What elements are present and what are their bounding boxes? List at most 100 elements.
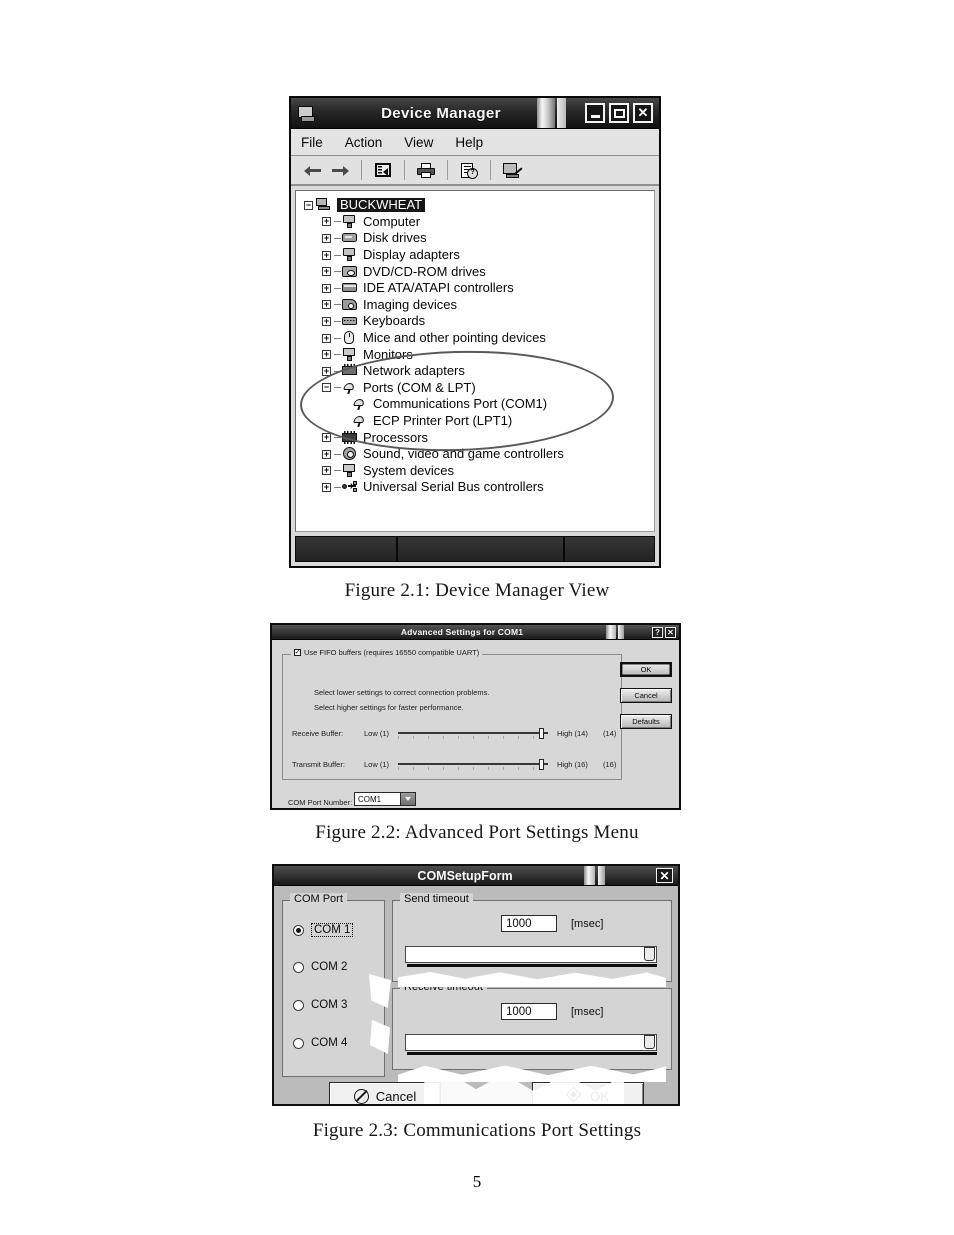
tree-node-mice-and-other-pointing-devices[interactable]: + Mice and other pointing devices bbox=[304, 330, 654, 347]
expander-icon[interactable]: − bbox=[304, 200, 313, 210]
tree-node-computer[interactable]: + Computer bbox=[304, 214, 654, 231]
radio-com-3[interactable]: COM 3 bbox=[293, 999, 347, 1011]
tree-node-display-adapters[interactable]: + Display adapters bbox=[304, 247, 654, 264]
monitor-icon bbox=[342, 347, 358, 362]
receive-buffer-slider-row[interactable]: Receive Buffer: Low (1) High (14) (14) bbox=[292, 728, 616, 739]
properties-icon[interactable] bbox=[370, 159, 396, 181]
send-timeout-input[interactable]: 1000 bbox=[501, 915, 557, 932]
computer-icon bbox=[342, 214, 358, 229]
cancel-button[interactable]: Cancel bbox=[329, 1082, 441, 1104]
forward-arrow-icon[interactable] bbox=[327, 159, 353, 181]
computer-icon[interactable] bbox=[297, 105, 315, 122]
radio-button-icon[interactable] bbox=[293, 999, 304, 1011]
radio-com-1[interactable]: COM 1 bbox=[293, 923, 354, 937]
tree-node-network-adapters[interactable]: + Network adapters bbox=[304, 363, 654, 380]
expander-icon[interactable]: + bbox=[322, 300, 331, 310]
scan-fold-artifact-2 bbox=[557, 98, 566, 128]
status-pane-3 bbox=[565, 537, 654, 561]
menu-help[interactable]: Help bbox=[455, 135, 483, 150]
transmit-buffer-slider-row[interactable]: Transmit Buffer: Low (1) High (16) (16) bbox=[292, 759, 616, 770]
menu-action[interactable]: Action bbox=[345, 135, 383, 150]
scan-for-hardware-changes-icon[interactable] bbox=[499, 159, 525, 181]
close-button[interactable]: ✕ bbox=[665, 626, 676, 638]
toolbar-separator bbox=[361, 160, 362, 180]
tree-connector bbox=[334, 304, 341, 306]
tree-connector bbox=[334, 254, 341, 256]
tree-node-label: Sound, video and game controllers bbox=[363, 446, 564, 462]
close-button[interactable]: ✕ bbox=[633, 103, 653, 123]
tree-node-ide-ata-atapi-controllers[interactable]: + IDE ATA/ATAPI controllers bbox=[304, 280, 654, 297]
network-adapter-icon bbox=[342, 364, 358, 378]
keyboard-icon bbox=[342, 314, 358, 328]
slider-thumb[interactable] bbox=[644, 947, 655, 961]
tree-node-ecp-printer-port-lpt1[interactable]: ECP Printer Port (LPT1) bbox=[304, 413, 654, 430]
device-tree-panel[interactable]: − BUCKWHEAT + Computer + Disk drives + D… bbox=[295, 190, 655, 532]
tree-node-universal-serial-bus-controllers[interactable]: + Universal Serial Bus controllers bbox=[304, 479, 654, 496]
ok-button[interactable]: OK bbox=[532, 1082, 644, 1104]
processor-icon bbox=[342, 430, 358, 445]
radio-com-4[interactable]: COM 4 bbox=[293, 1037, 347, 1049]
transmit-buffer-slider[interactable] bbox=[398, 759, 548, 770]
tree-node-dvd-cd-rom-drives[interactable]: + DVD/CD-ROM drives bbox=[304, 263, 654, 280]
radio-button-icon[interactable] bbox=[293, 1037, 304, 1049]
expander-icon[interactable]: + bbox=[322, 350, 331, 360]
tree-node-root[interactable]: − BUCKWHEAT bbox=[304, 197, 654, 214]
close-button[interactable]: ✕ bbox=[656, 868, 673, 883]
expander-icon[interactable]: + bbox=[322, 366, 331, 376]
tree-connector bbox=[334, 470, 341, 472]
disk-drive-icon bbox=[342, 231, 358, 245]
ok-button[interactable]: OK bbox=[620, 662, 672, 677]
expander-icon[interactable]: + bbox=[322, 233, 331, 243]
radio-button-icon[interactable] bbox=[293, 924, 304, 936]
tree-node-ports-com-lpt[interactable]: − Ports (COM & LPT) bbox=[304, 380, 654, 397]
radio-button-icon[interactable] bbox=[293, 961, 304, 973]
slider-thumb[interactable] bbox=[644, 1035, 655, 1049]
tree-node-keyboards[interactable]: + Keyboards bbox=[304, 313, 654, 330]
minimize-button[interactable] bbox=[585, 103, 605, 123]
computer-icon bbox=[316, 198, 332, 212]
chevron-down-icon[interactable] bbox=[400, 793, 415, 805]
tree-node-processors[interactable]: + Processors bbox=[304, 429, 654, 446]
print-icon[interactable] bbox=[413, 159, 439, 181]
expander-icon[interactable]: + bbox=[322, 449, 331, 459]
radio-com-2[interactable]: COM 2 bbox=[293, 961, 347, 973]
tree-node-communications-port-com1[interactable]: Communications Port (COM1) bbox=[304, 396, 654, 413]
tree-node-system-devices[interactable]: + System devices bbox=[304, 463, 654, 480]
expander-icon[interactable]: + bbox=[322, 250, 331, 260]
expander-icon[interactable]: + bbox=[322, 217, 331, 227]
expander-icon[interactable]: + bbox=[322, 316, 331, 326]
receive-timeout-input[interactable]: 1000 bbox=[501, 1003, 557, 1020]
maximize-button[interactable] bbox=[609, 103, 629, 123]
help-icon[interactable]: ? bbox=[456, 159, 482, 181]
expander-icon[interactable]: + bbox=[322, 433, 331, 443]
cancel-icon bbox=[353, 1088, 369, 1104]
expander-icon[interactable]: − bbox=[322, 383, 331, 393]
menu-file[interactable]: File bbox=[301, 135, 323, 150]
com-port-number-select[interactable]: COM1 bbox=[354, 792, 416, 806]
receive-buffer-slider[interactable] bbox=[398, 728, 548, 739]
cancel-button[interactable]: Cancel bbox=[620, 688, 672, 703]
expander-icon[interactable]: + bbox=[322, 482, 331, 492]
expander-icon[interactable]: + bbox=[322, 333, 331, 343]
com-setup-form-body: COM Port COM 1 COM 2 COM 3 COM 4 Send ti… bbox=[274, 886, 678, 1104]
expander-icon[interactable]: + bbox=[322, 267, 331, 277]
slider-thumb[interactable] bbox=[539, 728, 544, 739]
help-button[interactable]: ? bbox=[652, 626, 663, 638]
toolbar-separator bbox=[404, 160, 405, 180]
tree-node-disk-drives[interactable]: + Disk drives bbox=[304, 230, 654, 247]
scan-fold-artifact-2 bbox=[618, 625, 624, 639]
tree-node-imaging-devices[interactable]: + Imaging devices bbox=[304, 297, 654, 314]
figure-2-2-image: Advanced Settings for COM1 ? ✕ ✓ Use FIF… bbox=[270, 623, 681, 810]
tree-node-monitors[interactable]: + Monitors bbox=[304, 346, 654, 363]
slider-thumb[interactable] bbox=[539, 759, 544, 770]
tree-node-sound-video-and-game-controllers[interactable]: + Sound, video and game controllers bbox=[304, 446, 654, 463]
back-arrow-icon[interactable] bbox=[299, 159, 325, 181]
expander-icon[interactable]: + bbox=[322, 283, 331, 293]
send-timeout-slider[interactable] bbox=[405, 946, 657, 963]
menu-view[interactable]: View bbox=[404, 135, 433, 150]
defaults-button[interactable]: Defaults bbox=[620, 714, 672, 729]
fifo-checkbox-row[interactable]: ✓ Use FIFO buffers (requires 16550 compa… bbox=[291, 648, 483, 657]
fifo-checkbox[interactable]: ✓ bbox=[294, 649, 301, 656]
receive-timeout-slider[interactable] bbox=[405, 1034, 657, 1051]
expander-icon[interactable]: + bbox=[322, 466, 331, 476]
